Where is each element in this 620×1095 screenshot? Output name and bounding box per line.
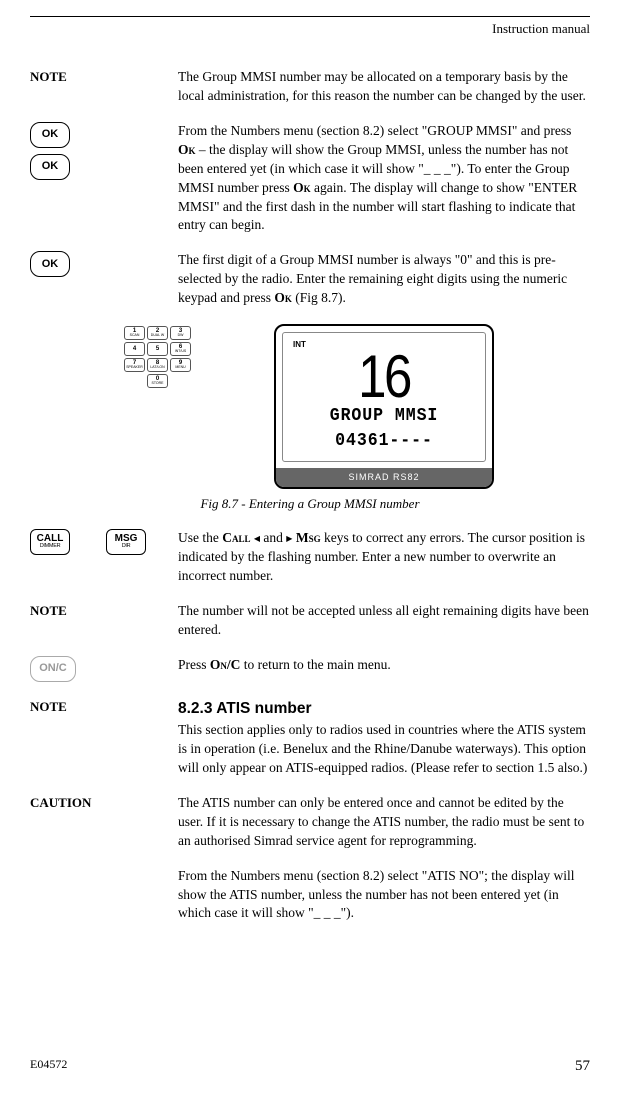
dimmer-sublabel: DIMMER: [40, 544, 61, 550]
figure-caption: Fig 8.7 - Entering a Group MMSI number: [30, 495, 590, 513]
para-9-row: From the Numbers menu (section 8.2) sele…: [30, 867, 590, 924]
page-number: 57: [575, 1056, 590, 1077]
lcd-line2: 04361----: [300, 429, 467, 454]
para-3-row: OK The first digit of a Group MMSI numbe…: [30, 251, 590, 308]
page-content: NOTE The Group MMSI number may be alloca…: [30, 68, 590, 923]
ok-button-graphic: OK: [30, 154, 70, 180]
doc-code: E04572: [30, 1056, 67, 1077]
lcd-channel: 16: [307, 350, 462, 404]
keypad-key: 4: [124, 342, 145, 356]
call-button-graphic: CALL DIMMER: [30, 529, 70, 555]
text: to return to the main menu.: [240, 657, 390, 672]
caution-row: CAUTION The ATIS number can only be ente…: [30, 794, 590, 851]
para-9: From the Numbers menu (section 8.2) sele…: [178, 867, 590, 924]
dir-sublabel: DIR: [122, 544, 131, 550]
lcd-footer: SIMRAD RS82: [276, 468, 492, 487]
ok-inline: Ok: [178, 142, 196, 157]
keypad-key: 5: [147, 342, 168, 356]
top-rule: [30, 16, 590, 17]
para-1: The Group MMSI number may be allocated o…: [178, 68, 590, 106]
page-footer: E04572 57: [30, 1056, 590, 1077]
para-5: The number will not be accepted unless a…: [178, 602, 590, 640]
text: Press: [178, 657, 210, 672]
note-row-2: NOTE The number will not be accepted unl…: [30, 602, 590, 640]
note-row-1: NOTE The Group MMSI number may be alloca…: [30, 68, 590, 106]
para-7: This section applies only to radios used…: [178, 721, 590, 778]
ok-inline: Ok: [274, 290, 292, 305]
ok-button-graphic: OK: [30, 251, 70, 277]
ok-inline: Ok: [293, 180, 311, 195]
para-6-row: ON/C Press On/C to return to the main me…: [30, 656, 590, 682]
keypad-key: 8LAT/LON: [147, 358, 168, 372]
keypad-key: 0STORE: [147, 374, 168, 388]
ok-button-graphic: OK: [30, 122, 70, 148]
lcd-display-figure: INT 16 GROUP MMSI 04361---- SIMRAD RS82: [274, 324, 494, 489]
note-label: NOTE: [30, 602, 67, 620]
note-label: NOTE: [30, 698, 67, 716]
keypad-key: 1SCAN: [124, 326, 145, 340]
keypad-key: 7SPEAKER: [124, 358, 145, 372]
para-3: The first digit of a Group MMSI number i…: [178, 251, 590, 308]
keypad-key: 2DUAL W: [147, 326, 168, 340]
para-4: Use the Call and Msg keys to correct any…: [178, 529, 590, 586]
arrow-right-icon: [286, 530, 292, 545]
msg-inline: Msg: [296, 530, 321, 545]
text: The first digit of a Group MMSI number i…: [178, 252, 567, 305]
figure-row: 1SCAN 2DUAL W 3DW 4 5 6INT/US 7SPEAKER 8…: [30, 324, 590, 513]
section-heading-row: NOTE 8.2.3 ATIS number This section appl…: [30, 698, 590, 778]
msg-button-graphic: MSG DIR: [106, 529, 146, 555]
lcd-line1: GROUP MMSI: [300, 404, 467, 429]
text: Use the: [178, 530, 222, 545]
call-inline: Call: [222, 530, 250, 545]
running-header: Instruction manual: [30, 20, 590, 38]
text: and: [260, 530, 286, 545]
caution-label: CAUTION: [30, 794, 91, 812]
text: (Fig 8.7).: [292, 290, 346, 305]
para-4-row: CALL DIMMER MSG DIR Use the Call and Msg…: [30, 529, 590, 586]
onc-inline: On/C: [210, 657, 241, 672]
note-label: NOTE: [30, 68, 67, 86]
para-2: From the Numbers menu (section 8.2) sele…: [178, 122, 590, 235]
para-8: The ATIS number can only be entered once…: [178, 794, 590, 851]
keypad-blank: [124, 374, 145, 388]
onc-button-graphic: ON/C: [30, 656, 76, 682]
text: From the Numbers menu (section 8.2) sele…: [178, 123, 571, 138]
para-2-row: OK OK From the Numbers menu (section 8.2…: [30, 122, 590, 235]
section-heading: 8.2.3 ATIS number: [178, 698, 590, 720]
para-6: Press On/C to return to the main menu.: [178, 656, 590, 682]
